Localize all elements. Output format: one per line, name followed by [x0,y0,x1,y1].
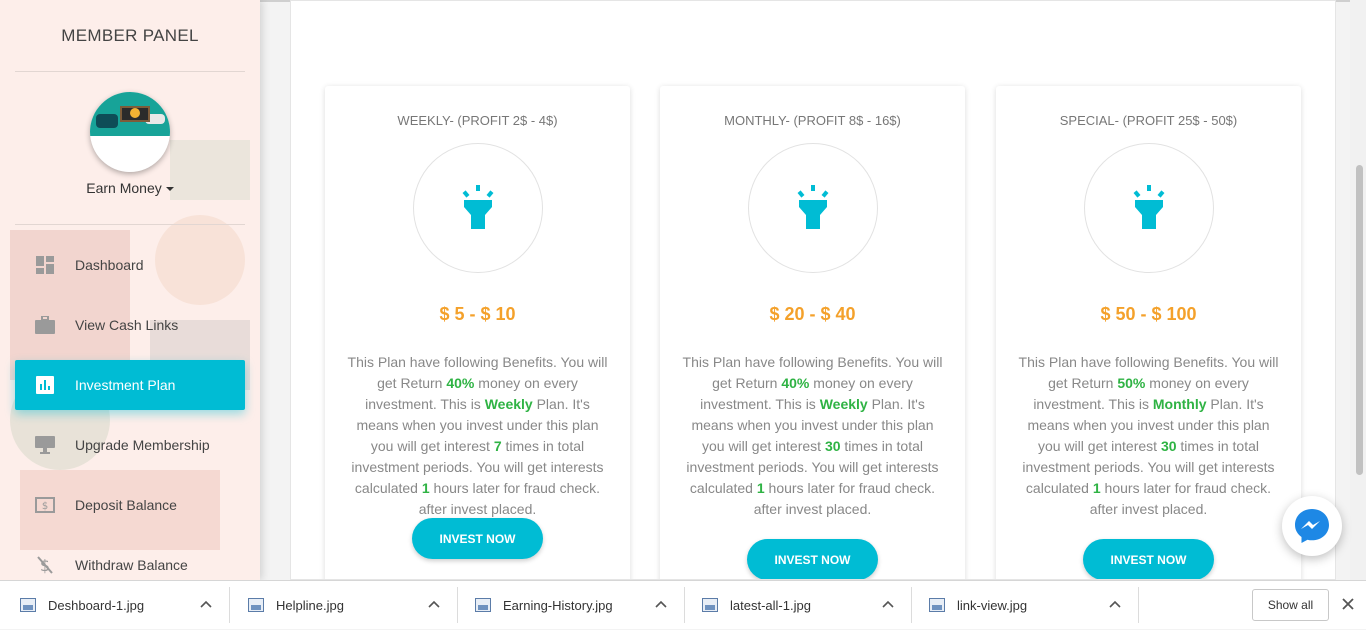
sidebar-item-label: Withdraw Balance [75,557,188,573]
plan-card-special: SPECIAL- (PROFIT 25$ - 50$) $ 50 - $ 100… [996,86,1301,579]
plan-icon-circle [413,143,543,273]
sidebar-item-label: Investment Plan [75,377,176,393]
sidebar-item-withdraw-balance[interactable]: $ Withdraw Balance [15,540,245,580]
sidebar-item-investment-plan[interactable]: Investment Plan [15,360,245,410]
cash-icon: $ [15,497,75,513]
lightbulb-icon [797,185,829,229]
main-content: WEEKLY- (PROFIT 2$ - 4$) $ 5 - $ 10 This… [290,0,1336,580]
chevron-up-icon[interactable] [882,599,894,611]
image-file-icon [20,598,36,612]
sidebar-item-dashboard[interactable]: Dashboard [15,240,245,290]
download-filename: Deshboard-1.jpg [48,598,145,613]
lightbulb-icon [1133,185,1165,229]
dashboard-icon [15,255,75,275]
invest-now-button[interactable]: INVEST NOW [1083,539,1214,579]
sidebar-item-label: Deposit Balance [75,497,177,513]
divider [1138,587,1139,623]
sidebar-item-label: Upgrade Membership [75,437,210,453]
show-all-button[interactable]: Show all [1252,589,1329,621]
sidebar-title: MEMBER PANEL [61,26,199,45]
download-item[interactable]: latest-all-1.jpg [682,581,910,630]
download-item[interactable]: Deshboard-1.jpg [0,581,228,630]
sidebar-item-view-cash-links[interactable]: View Cash Links [15,300,245,350]
sidebar-item-label: View Cash Links [75,317,179,333]
caret-down-icon [165,187,174,192]
plan-title: SPECIAL- (PROFIT 25$ - 50$) [1059,113,1238,128]
download-item[interactable]: link-view.jpg [909,581,1137,630]
chevron-up-icon[interactable] [655,599,667,611]
chart-icon [15,376,75,394]
plan-price: $ 20 - $ 40 [769,304,856,324]
sidebar: MEMBER PANEL Earn Money Dashboard View C… [0,0,260,580]
divider [15,71,245,72]
user-menu-toggle[interactable]: Earn Money [0,180,260,196]
plan-title: WEEKLY- (PROFIT 2$ - 4$) [397,113,558,128]
plan-title: MONTHLY- (PROFIT 8$ - 16$) [724,113,901,128]
chevron-up-icon[interactable] [428,599,440,611]
plan-card-weekly: WEEKLY- (PROFIT 2$ - 4$) $ 5 - $ 10 This… [325,86,630,579]
briefcase-icon [15,316,75,334]
user-name: Earn Money [86,180,162,196]
invest-now-button[interactable]: INVEST NOW [412,518,543,559]
download-item[interactable]: Helpline.jpg [228,581,456,630]
plan-price: $ 5 - $ 10 [439,304,516,324]
plan-card-monthly: MONTHLY- (PROFIT 8$ - 16$) $ 20 - $ 40 T… [660,86,965,579]
divider [15,224,245,225]
chevron-up-icon[interactable] [200,599,212,611]
plan-icon-circle [1084,143,1214,273]
invest-now-button[interactable]: INVEST NOW [747,539,878,579]
download-item[interactable]: Earning-History.jpg [455,581,683,630]
image-file-icon [929,598,945,612]
avatar [90,92,170,172]
image-file-icon [702,598,718,612]
messenger-chat-button[interactable] [1282,496,1342,556]
download-filename: latest-all-1.jpg [730,598,811,613]
plan-description: This Plan have following Benefits. You w… [347,354,608,517]
svg-text:$: $ [42,501,48,512]
download-filename: link-view.jpg [957,598,1028,613]
image-file-icon [248,598,264,612]
monitor-icon [15,435,75,455]
plan-description: This Plan have following Benefits. You w… [682,354,943,517]
sidebar-item-label: Dashboard [75,257,144,273]
plan-price: $ 50 - $ 100 [1100,304,1197,324]
messenger-icon [1295,509,1329,543]
download-filename: Helpline.jpg [276,598,344,613]
close-icon[interactable] [1340,596,1356,612]
plan-description: This Plan have following Benefits. You w… [1018,354,1279,517]
plan-icon-circle [748,143,878,273]
sidebar-item-upgrade-membership[interactable]: Upgrade Membership [15,420,245,470]
sidebar-item-deposit-balance[interactable]: $ Deposit Balance [15,480,245,530]
download-bar: Deshboard-1.jpg Helpline.jpg Earning-His… [0,580,1366,629]
image-file-icon [475,598,491,612]
download-filename: Earning-History.jpg [503,598,613,613]
chevron-up-icon[interactable] [1109,599,1121,611]
lightbulb-icon [462,185,494,229]
money-off-icon: $ [15,555,75,575]
page-scrollbar[interactable] [1350,0,1366,580]
scrollbar-thumb[interactable] [1356,165,1363,475]
